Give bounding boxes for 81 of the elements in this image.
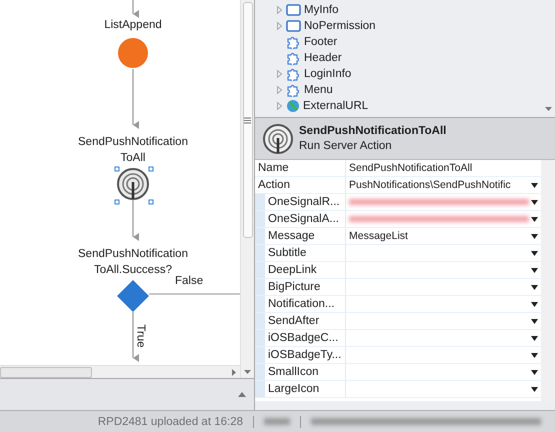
property-name: Subtitle [265,245,346,261]
vertical-scrollbar[interactable] [240,0,254,378]
dropdown-caret-icon[interactable] [531,302,538,306]
screen-icon [286,4,301,16]
grip-icon [244,116,251,124]
tree-item[interactable]: Header [275,50,541,66]
puzzle-icon [286,84,301,96]
branch-label: False [175,275,204,287]
decision-node[interactable] [117,280,149,312]
connector-arrow [132,200,139,241]
dropdown-caret-icon[interactable] [531,336,538,340]
tree-item[interactable]: ExternalURL [275,98,541,114]
dropdown-caret-icon[interactable] [531,200,538,204]
tree-item[interactable]: Menu [275,82,541,98]
globe-icon [286,99,300,113]
horizontal-scrollbar[interactable] [0,365,240,378]
property-row[interactable]: OneSignalA... [255,211,541,228]
property-name: Notification... [265,296,346,312]
property-name: OneSignalR... [265,194,346,210]
status-message: RPD2481 uploaded at 16:28 [98,416,243,428]
property-name: SmallIcon [265,364,346,380]
property-name: DeepLink [265,262,346,278]
dropdown-caret-icon[interactable] [531,386,538,392]
scroll-right-icon[interactable] [232,368,236,376]
scroll-down-icon[interactable] [544,107,552,111]
property-row[interactable]: Action PushNotifications\SendPushNotific [255,177,541,194]
property-row[interactable]: iOSBadgeTy... [255,347,541,364]
connector-arrow [132,0,139,18]
broadcast-icon [263,124,293,154]
branch-label: True [134,324,147,348]
property-row[interactable]: iOSBadgeC... [255,330,541,347]
property-row[interactable]: SmallIcon [255,364,541,381]
property-value[interactable]: SendPushNotificationToAll [346,160,541,176]
properties-subtitle: Run Server Action [299,138,393,154]
connector-arrow [132,69,139,129]
property-row[interactable]: Notification... [255,296,541,313]
dropdown-caret-icon[interactable] [531,284,538,290]
property-name: BigPicture [265,279,346,295]
dropdown-caret-icon[interactable] [531,216,538,222]
property-name: OneSignalA... [265,211,346,227]
dropdown-caret-icon[interactable] [531,268,538,272]
property-value[interactable]: PushNotifications\SendPushNotific [346,177,541,193]
node-label: ListAppend [103,18,163,33]
tree-item[interactable]: NoPermission [275,18,541,34]
tree-item[interactable]: LoginInfo [275,66,541,82]
tree-item[interactable]: MyInfo [275,2,541,18]
property-name: SendAfter [265,313,346,329]
property-name: iOSBadgeC... [265,330,346,346]
property-name: Action [255,177,346,193]
dropdown-caret-icon[interactable] [531,234,538,238]
dropdown-caret-icon[interactable] [531,370,538,374]
dropdown-caret-icon[interactable] [531,318,538,324]
property-value[interactable]: MessageList [346,228,541,244]
node-label: SendPushNotification ToAll.Success? [77,247,188,276]
tree-item[interactable]: Footer [275,34,541,50]
scroll-down-icon[interactable] [244,370,251,374]
puzzle-icon [286,36,301,48]
property-row[interactable]: OneSignalR... [255,194,541,211]
property-name: iOSBadgeTy... [265,347,346,363]
dropdown-caret-icon[interactable] [531,352,538,358]
property-row[interactable]: Message MessageList [255,228,541,245]
dropdown-caret-icon[interactable] [531,182,538,188]
dropdown-caret-icon[interactable] [531,250,538,256]
puzzle-icon [286,52,301,64]
property-row[interactable]: Subtitle [255,245,541,262]
expand-up-icon[interactable] [238,392,246,397]
property-name: Name [255,160,346,176]
screen-icon [286,20,301,32]
property-row[interactable]: SendAfter [255,313,541,330]
property-row[interactable]: DeepLink [255,262,541,279]
list-append-node[interactable] [118,38,148,68]
puzzle-icon [286,68,301,80]
property-row[interactable]: Name SendPushNotificationToAll [255,160,541,177]
blurred-text [264,418,290,425]
property-name: Message [265,228,346,244]
property-name: LargeIcon [265,381,346,397]
connector-arrow [132,312,139,362]
property-row[interactable]: LargeIcon [255,381,541,398]
properties-title: SendPushNotificationToAll [299,124,446,138]
node-label: SendPushNotification ToAll [77,135,189,166]
property-row[interactable]: BigPicture [255,279,541,296]
